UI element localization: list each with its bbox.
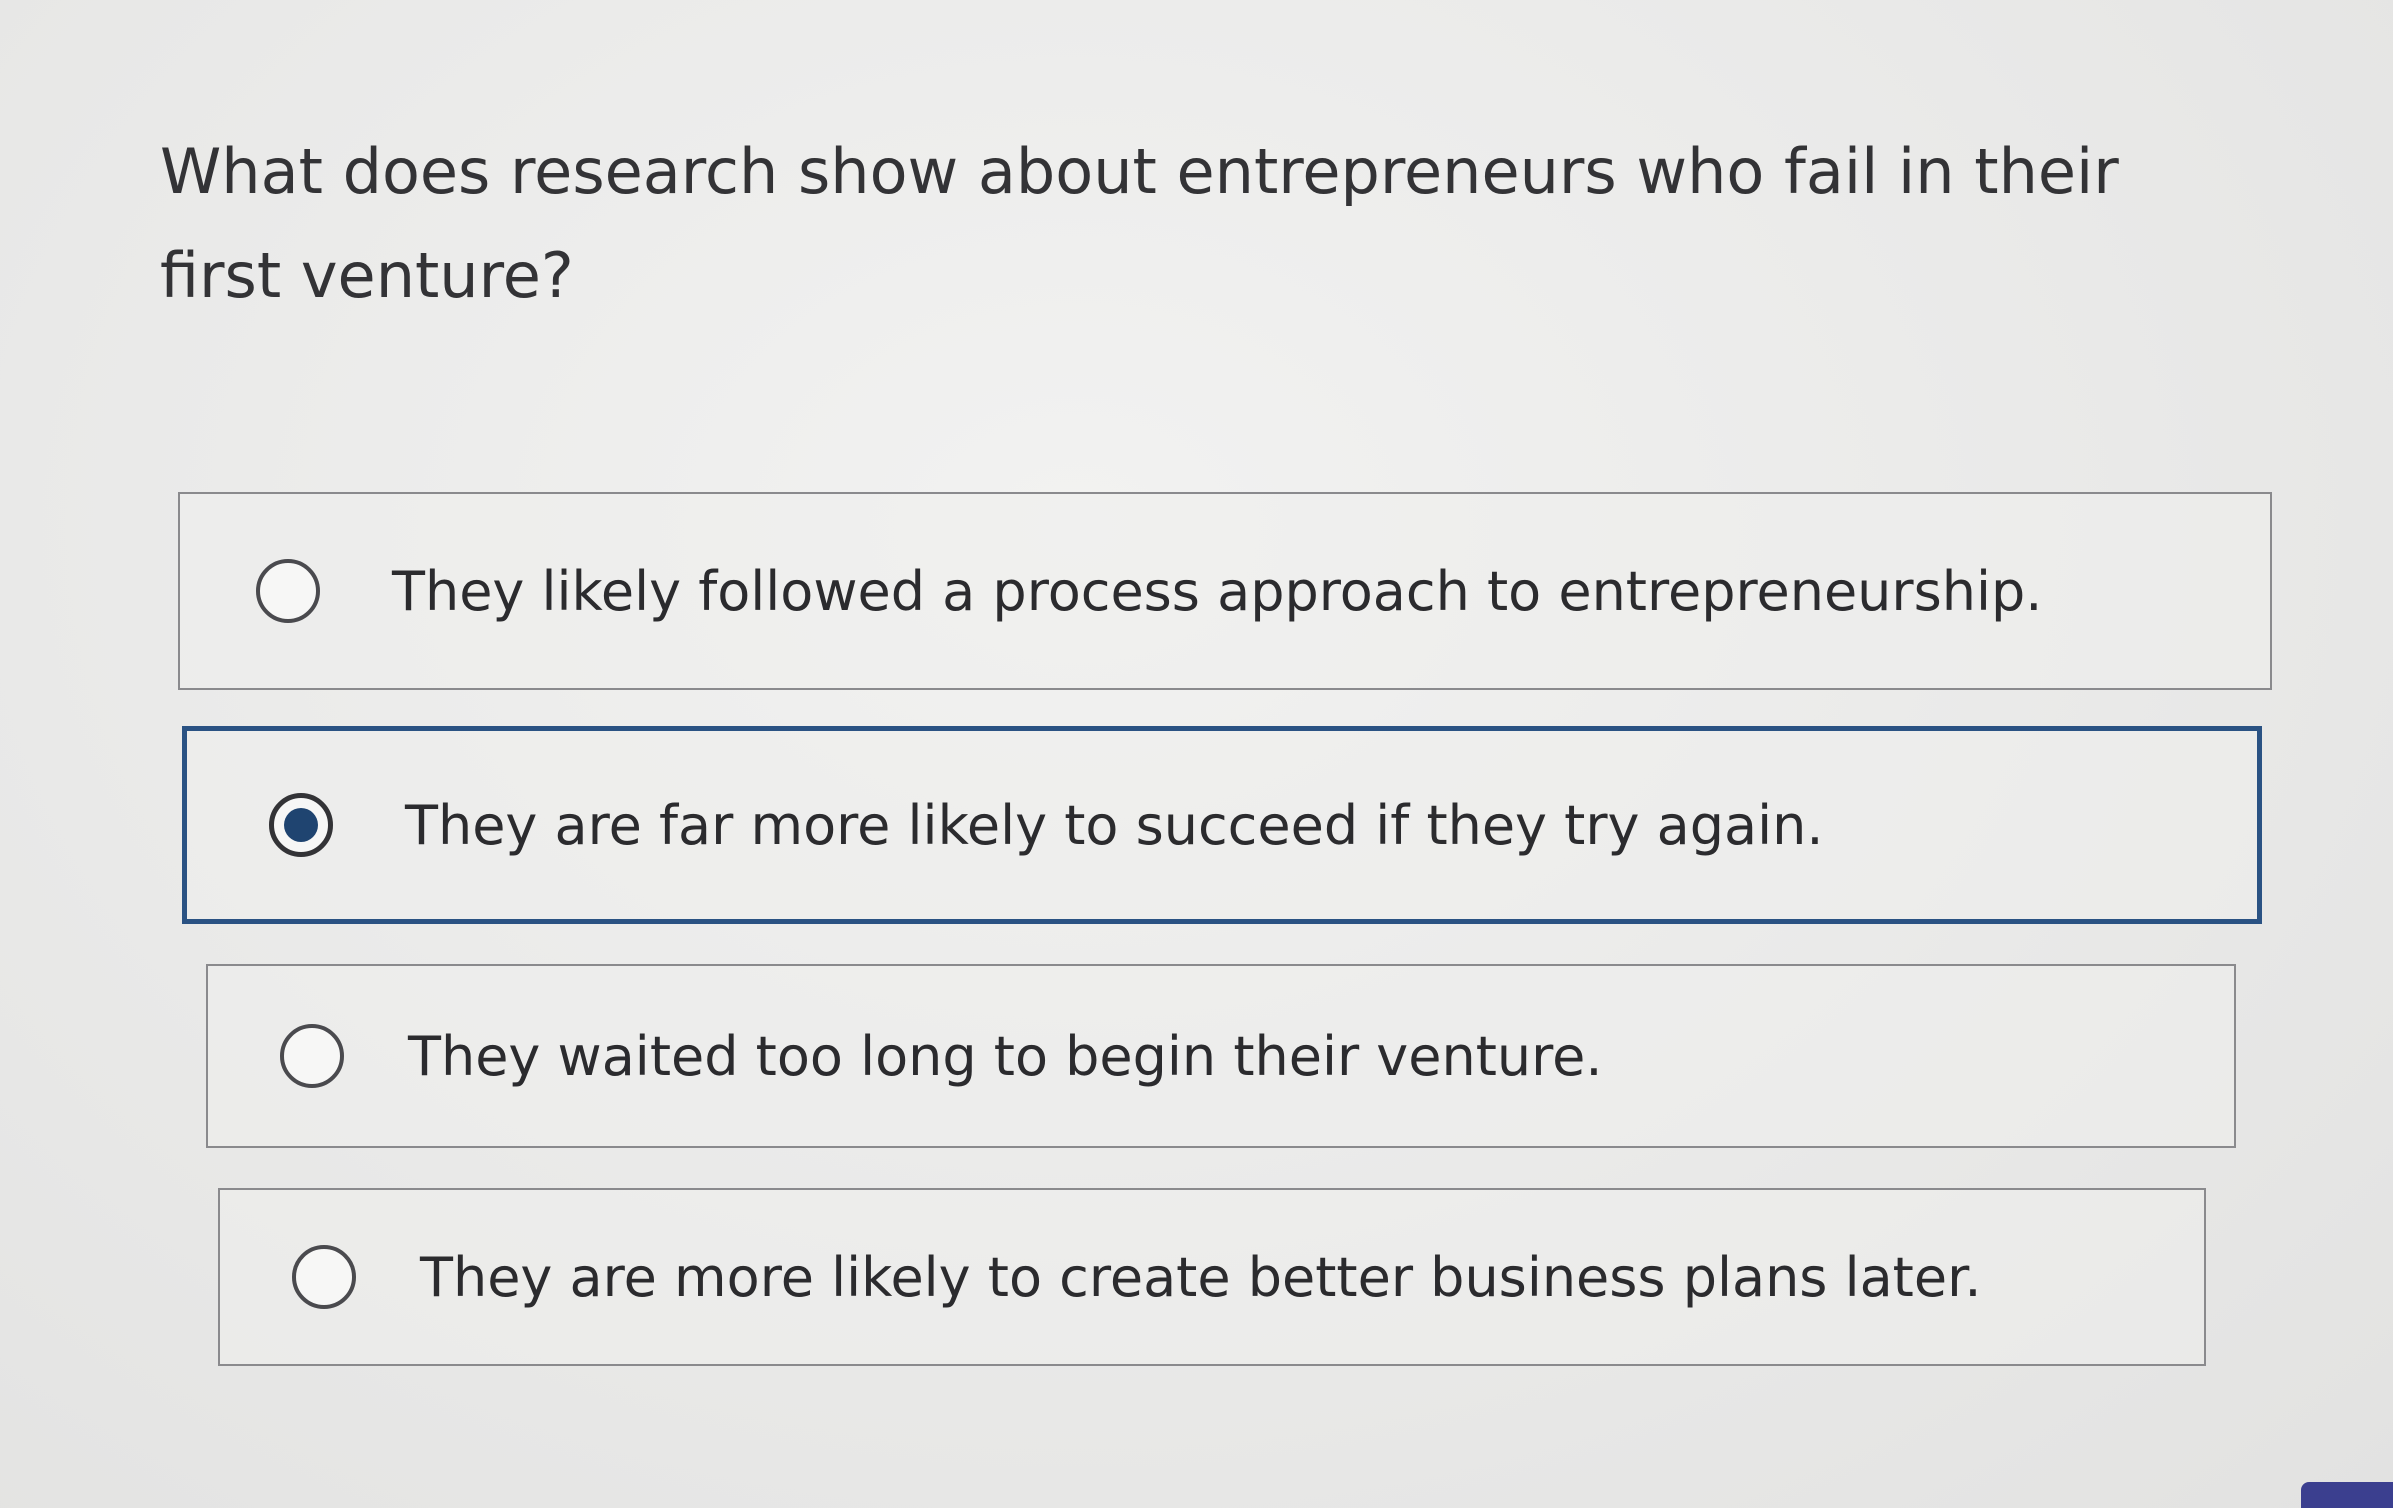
radio-button-b[interactable]	[269, 793, 333, 857]
option-label-c: They waited too long to begin their vent…	[408, 1024, 1603, 1088]
option-label-b: They are far more likely to succeed if t…	[405, 793, 1824, 857]
answer-option-a[interactable]: They likely followed a process approach …	[178, 492, 2272, 690]
radio-button-d[interactable]	[292, 1245, 356, 1309]
answer-option-c[interactable]: They waited too long to begin their vent…	[206, 964, 2236, 1148]
corner-tab[interactable]	[2301, 1482, 2393, 1508]
option-label-d: They are more likely to create better bu…	[420, 1245, 1982, 1309]
answer-option-b[interactable]: They are far more likely to succeed if t…	[182, 726, 2262, 924]
option-label-a: They likely followed a process approach …	[392, 559, 2043, 623]
radio-button-a[interactable]	[256, 559, 320, 623]
radio-selected-dot	[284, 808, 318, 842]
radio-button-c[interactable]	[280, 1024, 344, 1088]
answer-options: They likely followed a process approach …	[0, 0, 2393, 1508]
answer-option-d[interactable]: They are more likely to create better bu…	[218, 1188, 2206, 1366]
